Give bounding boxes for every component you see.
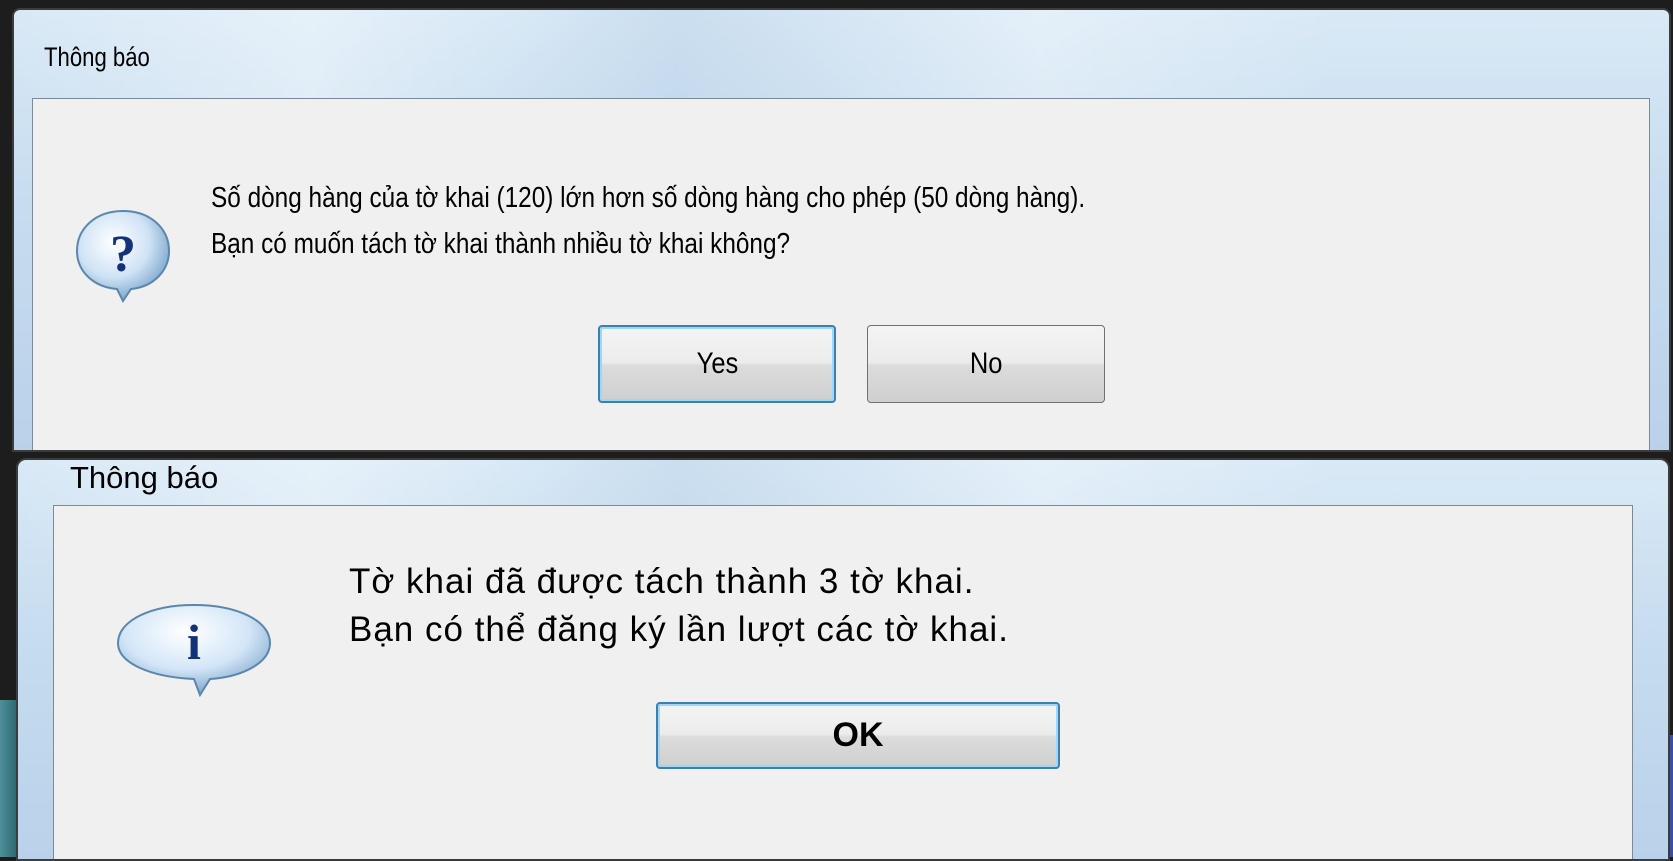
message-line-2: Bạn có muốn tách tờ khai thành nhiều tờ … [211, 228, 791, 260]
dialog-message: Tờ khai đã được tách thành 3 tờ khai. Bạ… [349, 558, 1009, 654]
svg-text:?: ? [110, 226, 136, 283]
ok-button-label: OK [832, 716, 884, 754]
ok-button[interactable]: OK [656, 702, 1060, 769]
dialog-title: Thông báo [44, 42, 150, 72]
message-line-1: Số dòng hàng của tờ khai (120) lớn hơn s… [211, 182, 1086, 214]
yes-button[interactable]: Yes [598, 325, 836, 403]
split-prompt-dialog: Thông báo ? Số dòng hàng của tờ khai (12… [12, 8, 1671, 452]
info-icon: i [116, 603, 272, 697]
message-line-2: Bạn có thể đăng ký lần lượt các tờ khai. [349, 610, 1009, 649]
no-button-label: No [969, 347, 1003, 380]
background-window-edge-left [0, 700, 16, 857]
yes-button-label: Yes [696, 347, 738, 380]
dialog-message: Số dòng hàng của tờ khai (120) lớn hơn s… [211, 175, 1085, 267]
no-button[interactable]: No [867, 325, 1105, 403]
dialog-client-area: ? Số dòng hàng của tờ khai (120) lớn hơn… [32, 98, 1650, 450]
dialog-client-area: i Tờ khai đã được tách thành 3 tờ khai. … [53, 505, 1633, 859]
split-result-dialog: Thông báo i Tờ khai đã được tách thành 3… [16, 458, 1670, 861]
message-line-1: Tờ khai đã được tách thành 3 tờ khai. [349, 562, 975, 601]
svg-text:i: i [187, 614, 201, 670]
dialog-title: Thông báo [70, 460, 219, 495]
question-icon: ? [75, 209, 171, 303]
